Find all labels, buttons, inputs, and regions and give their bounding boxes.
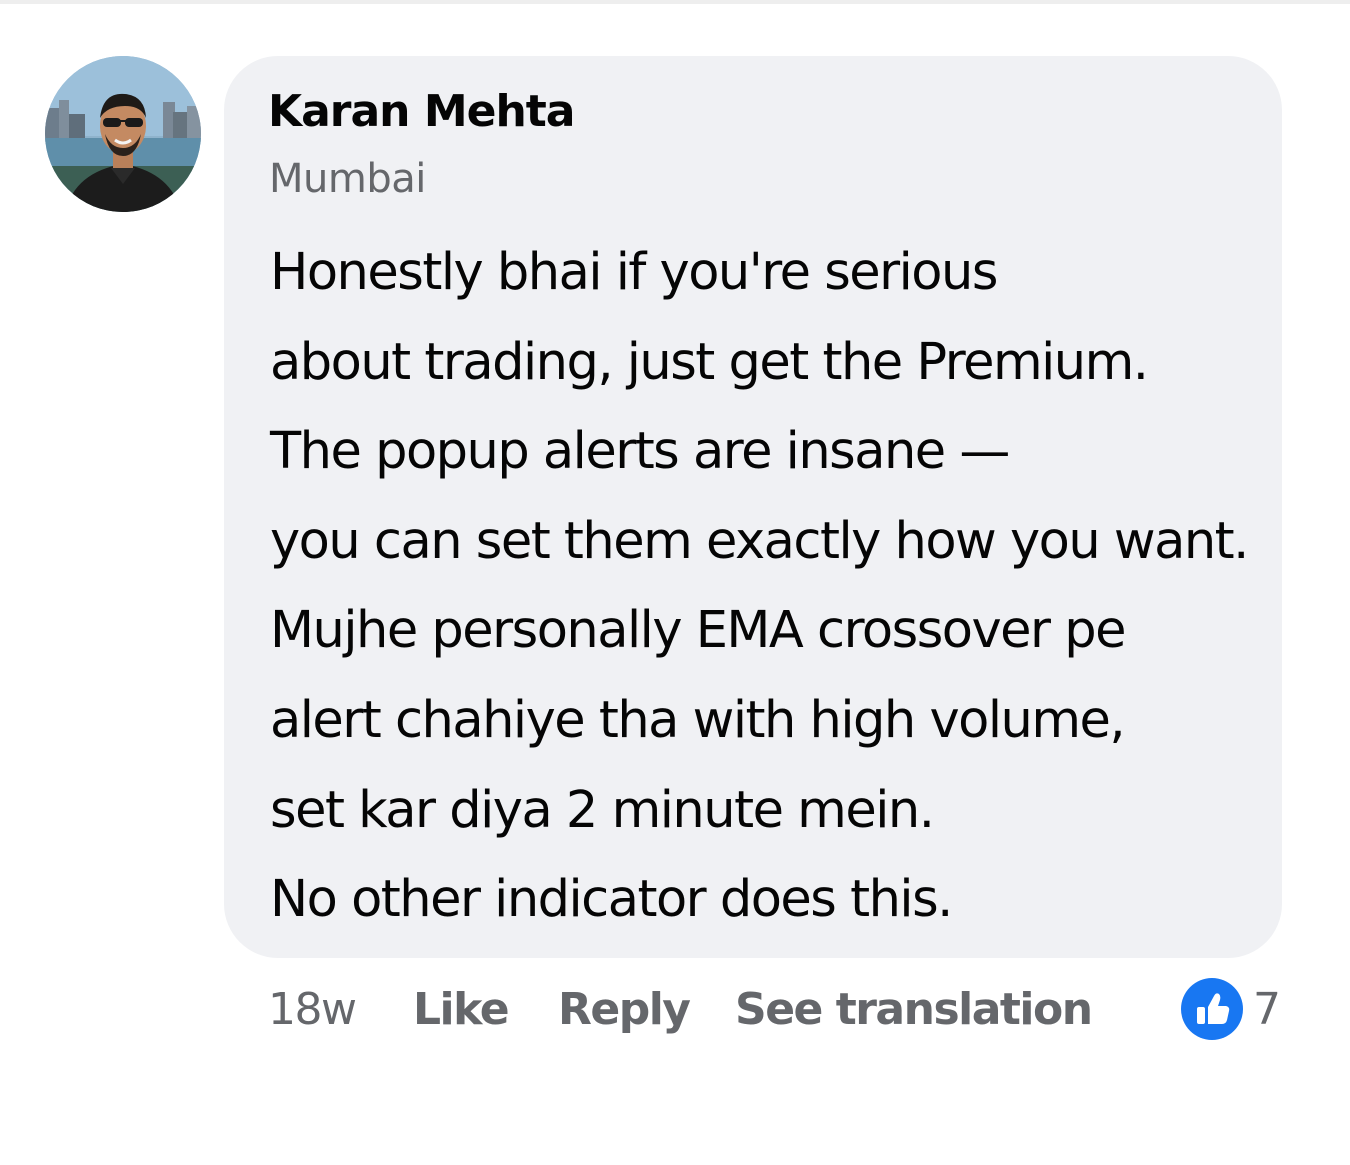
- comment-line: about trading, just get the Premium.: [270, 332, 1149, 392]
- like-button[interactable]: Like: [413, 984, 510, 1035]
- profile-photo-icon: [45, 56, 201, 212]
- see-translation-button[interactable]: See translation: [735, 984, 1093, 1035]
- comment-line: alert chahiye tha with high volume,: [270, 690, 1126, 750]
- comment-container: Karan Mehta Mumbai Honestly bhai if you'…: [0, 0, 1350, 1165]
- avatar[interactable]: [45, 56, 201, 212]
- reaction-count[interactable]: 7: [1253, 984, 1281, 1035]
- comment-text: Honestly bhai if you're serious about tr…: [270, 228, 1270, 945]
- comment-timestamp[interactable]: 18w: [268, 984, 357, 1035]
- comment-line: Honestly bhai if you're serious: [270, 243, 998, 302]
- comment-line: No other indicator does this.: [270, 870, 953, 930]
- author-location: Mumbai: [269, 156, 426, 202]
- comment-line: Mujhe personally EMA crossover pe: [270, 601, 1126, 661]
- reply-button[interactable]: Reply: [558, 984, 691, 1035]
- comment-line: you can set them exactly how you want.: [270, 511, 1249, 571]
- comment-line: set kar diya 2 minute mein.: [270, 780, 935, 840]
- comment-line: The popup alerts are insane —: [270, 422, 1010, 482]
- author-name[interactable]: Karan Mehta: [268, 86, 575, 137]
- thumbs-up-icon[interactable]: [1181, 978, 1243, 1040]
